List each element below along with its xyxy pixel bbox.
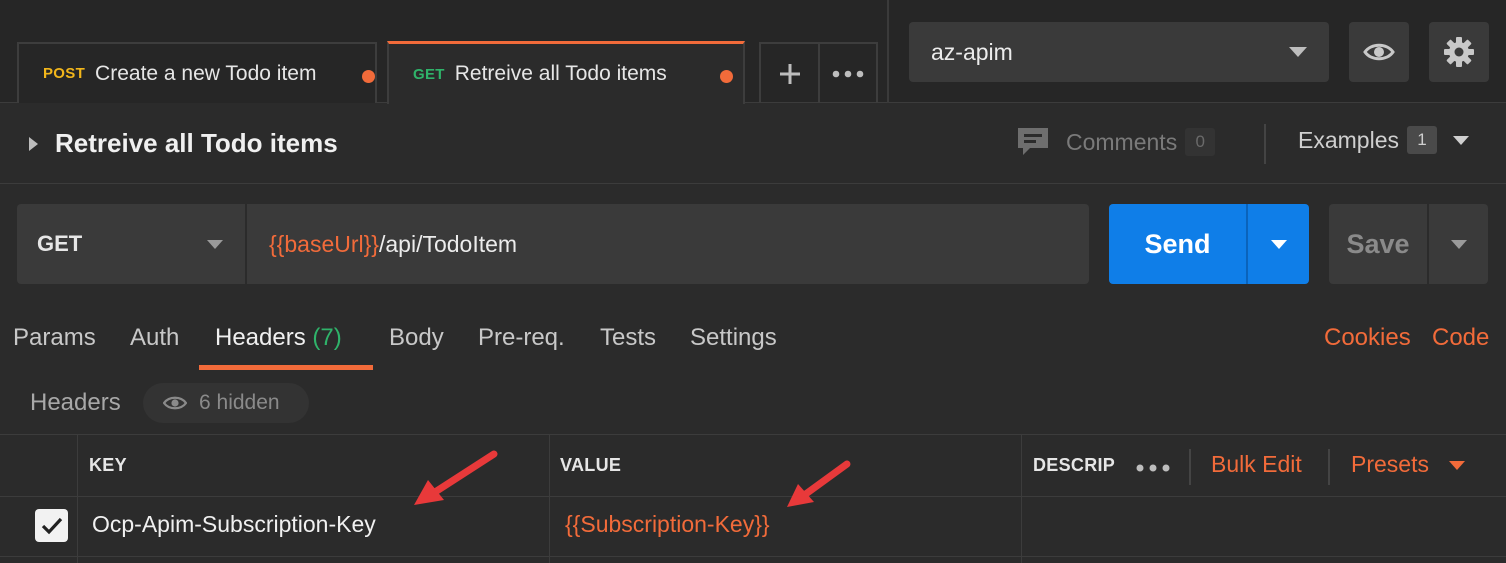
tab-retrieve-todos[interactable]: GET Retreive all Todo items bbox=[387, 41, 745, 104]
column-header-key: KEY bbox=[89, 455, 127, 475]
save-button-group: Save bbox=[1329, 204, 1488, 284]
url-variable: {{baseUrl}} bbox=[269, 230, 379, 257]
divider bbox=[887, 0, 889, 103]
request-title-row: Retreive all Todo items Comments 0 Examp… bbox=[0, 104, 1506, 184]
column-header-value: VALUE bbox=[560, 455, 622, 475]
settings-button[interactable] bbox=[1429, 22, 1489, 82]
divider bbox=[1021, 435, 1022, 563]
request-title[interactable]: Retreive all Todo items bbox=[55, 128, 338, 159]
request-subtabs: Params Auth Headers (7) Body Pre-req. Te… bbox=[0, 318, 900, 370]
code-link[interactable]: Code bbox=[1432, 324, 1489, 352]
tab-tests[interactable]: Tests bbox=[600, 324, 656, 352]
expand-triangle-icon[interactable] bbox=[29, 137, 38, 151]
divider bbox=[0, 496, 1506, 497]
url-path: /api/TodoItem bbox=[378, 230, 518, 257]
save-button[interactable]: Save bbox=[1329, 204, 1429, 284]
url-bar: GET {{baseUrl}}/api/TodoItem bbox=[17, 204, 1089, 284]
chevron-down-icon bbox=[1450, 239, 1467, 249]
comment-icon bbox=[1018, 128, 1048, 155]
header-value-cell[interactable]: {{Subscription-Key}} bbox=[565, 511, 770, 538]
tab-controls bbox=[759, 42, 878, 103]
send-button-group: Send bbox=[1109, 204, 1309, 284]
unsaved-dot-icon bbox=[720, 70, 733, 83]
send-options-button[interactable] bbox=[1248, 204, 1309, 284]
url-input[interactable]: {{baseUrl}}/api/TodoItem bbox=[247, 204, 517, 284]
save-options-button[interactable] bbox=[1429, 204, 1488, 284]
divider bbox=[0, 556, 1506, 557]
divider bbox=[77, 435, 78, 563]
tab-prereq[interactable]: Pre-req. bbox=[478, 324, 565, 352]
divider bbox=[1328, 449, 1330, 485]
cookies-link[interactable]: Cookies bbox=[1324, 324, 1411, 352]
eye-icon bbox=[163, 396, 187, 410]
presets-label: Presets bbox=[1351, 451, 1429, 477]
chevron-down-icon bbox=[1289, 47, 1307, 57]
checkmark-icon bbox=[41, 517, 62, 534]
chevron-down-icon bbox=[1452, 135, 1469, 145]
chevron-down-icon bbox=[1270, 239, 1287, 249]
examples-dropdown[interactable]: Examples 1 bbox=[1298, 126, 1469, 154]
comments-label: Comments bbox=[1066, 128, 1178, 155]
bulk-edit-link[interactable]: Bulk Edit bbox=[1211, 451, 1302, 478]
gear-icon bbox=[1444, 37, 1474, 67]
divider bbox=[549, 435, 550, 563]
tab-create-todo[interactable]: POST Create a new Todo item bbox=[17, 42, 377, 103]
tab-body[interactable]: Body bbox=[389, 324, 444, 352]
eye-icon bbox=[1363, 43, 1395, 61]
headers-table: KEY VALUE DESCRIP Bulk Edit Presets Ocp-… bbox=[0, 434, 1506, 563]
tab-settings[interactable]: Settings bbox=[690, 324, 777, 352]
hidden-headers-toggle[interactable]: 6 hidden bbox=[143, 383, 309, 423]
tab-method-post: POST bbox=[43, 65, 86, 82]
tab-headers-label: Headers bbox=[215, 324, 306, 351]
hidden-count: 6 hidden bbox=[199, 391, 280, 414]
tab-auth[interactable]: Auth bbox=[130, 324, 179, 352]
tab-headers[interactable]: Headers (7) bbox=[215, 324, 342, 352]
row-enabled-checkbox[interactable] bbox=[35, 509, 68, 542]
unsaved-dot-icon bbox=[362, 70, 375, 83]
chevron-down-icon bbox=[207, 240, 223, 249]
annotation-arrow-icon bbox=[414, 450, 498, 505]
tab-label: Retreive all Todo items bbox=[454, 62, 667, 85]
divider bbox=[1264, 124, 1266, 164]
chevron-down-icon bbox=[1449, 461, 1466, 471]
comments-button[interactable]: Comments 0 bbox=[1016, 126, 1216, 158]
examples-label: Examples bbox=[1298, 126, 1399, 153]
send-button[interactable]: Send bbox=[1109, 204, 1248, 284]
column-header-description: DESCRIP bbox=[1033, 455, 1116, 475]
comments-count-badge: 0 bbox=[1185, 128, 1216, 156]
tab-params[interactable]: Params bbox=[13, 324, 96, 352]
active-tab-indicator bbox=[199, 365, 373, 370]
method-value: GET bbox=[37, 231, 83, 256]
environment-select[interactable]: az-apim bbox=[909, 22, 1329, 82]
environment-quick-look-button[interactable] bbox=[1349, 22, 1409, 82]
divider bbox=[1189, 449, 1191, 485]
environment-value: az-apim bbox=[931, 38, 1013, 65]
ellipsis-icon[interactable] bbox=[1136, 460, 1170, 478]
tab-method-get: GET bbox=[413, 65, 445, 83]
method-select[interactable]: GET bbox=[17, 204, 247, 284]
header-key-cell[interactable]: Ocp-Apim-Subscription-Key bbox=[92, 511, 376, 538]
ellipsis-icon[interactable] bbox=[818, 44, 876, 103]
tab-label: Create a new Todo item bbox=[95, 61, 317, 85]
annotation-arrow-icon bbox=[787, 460, 851, 507]
headers-section-label: Headers bbox=[30, 389, 121, 416]
tab-headers-count: (7) bbox=[312, 324, 342, 351]
plus-icon[interactable] bbox=[761, 44, 818, 103]
tab-bar: POST Create a new Todo item GET Retreive… bbox=[0, 0, 1506, 104]
examples-count-badge: 1 bbox=[1406, 126, 1437, 154]
presets-dropdown[interactable]: Presets bbox=[1351, 451, 1466, 478]
